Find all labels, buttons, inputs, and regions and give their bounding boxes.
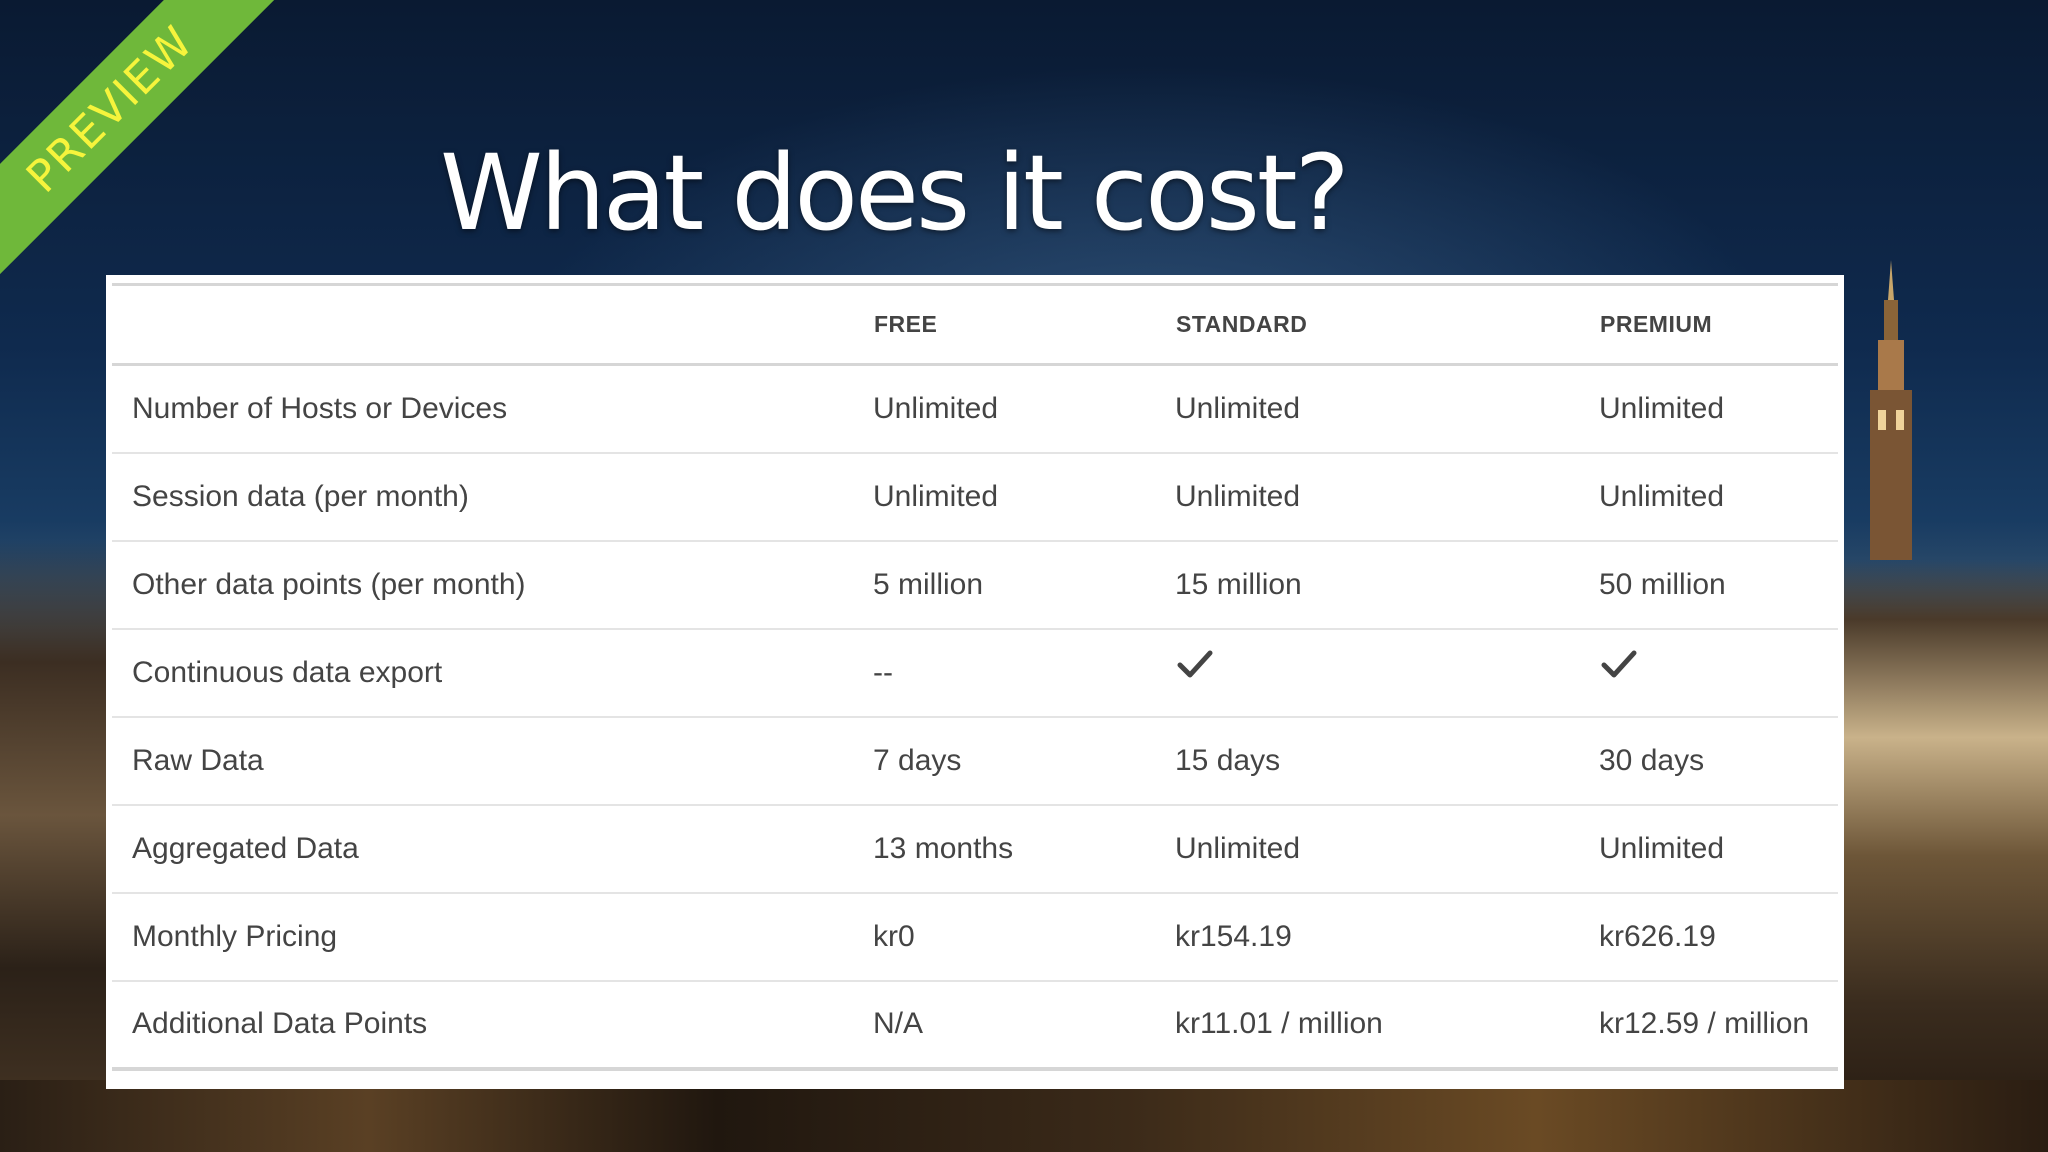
checkmark-icon bbox=[1177, 650, 1213, 678]
header-free: FREE bbox=[873, 283, 1175, 366]
free-value: N/A bbox=[873, 1007, 924, 1040]
feature-label: Monthly Pricing bbox=[132, 919, 338, 953]
table-header-row: FREE STANDARD PREMIUM bbox=[112, 283, 1838, 366]
table-row: Continuous data export -- bbox=[112, 629, 1838, 717]
free-value: kr0 bbox=[873, 919, 915, 953]
feature-label: Session data (per month) bbox=[132, 479, 469, 513]
free-value: -- bbox=[873, 655, 893, 689]
premium-value: kr626.19 bbox=[1599, 919, 1716, 953]
premium-value: 30 days bbox=[1599, 743, 1705, 777]
feature-label: Raw Data bbox=[132, 743, 264, 777]
free-value: Unlimited bbox=[873, 479, 999, 513]
premium-value: 50 million bbox=[1599, 567, 1726, 601]
table-row: Monthly Pricing kr0 kr154.19 kr626.19 bbox=[112, 893, 1838, 981]
table-row: Number of Hosts or Devices Unlimited Unl… bbox=[112, 365, 1838, 453]
table-row: Additional Data Points N/A kr11.01 / mil… bbox=[112, 981, 1838, 1069]
feature-label: Continuous data export bbox=[132, 655, 443, 689]
table-row: Other data points (per month) 5 million … bbox=[112, 541, 1838, 629]
free-value: Unlimited bbox=[873, 391, 999, 425]
header-premium: PREMIUM bbox=[1599, 283, 1838, 366]
table-row: Session data (per month) Unlimited Unlim… bbox=[112, 453, 1838, 541]
free-value: 13 months bbox=[873, 831, 1014, 865]
feature-label: Other data points (per month) bbox=[132, 567, 526, 601]
standard-value: 15 days bbox=[1175, 743, 1281, 777]
header-feature bbox=[112, 283, 873, 366]
checkmark-icon bbox=[1601, 650, 1637, 678]
feature-label: Number of Hosts or Devices bbox=[132, 391, 508, 425]
table-row: Raw Data 7 days 15 days 30 days bbox=[112, 717, 1838, 805]
standard-value: Unlimited bbox=[1175, 831, 1301, 865]
free-value: 7 days bbox=[873, 743, 962, 777]
standard-value: Unlimited bbox=[1175, 479, 1301, 513]
premium-value: Unlimited bbox=[1599, 479, 1725, 513]
table-row: Aggregated Data 13 months Unlimited Unli… bbox=[112, 805, 1838, 893]
background-buildings-left bbox=[0, 540, 110, 1152]
feature-label: Aggregated Data bbox=[132, 831, 359, 865]
standard-value: 15 million bbox=[1175, 567, 1302, 601]
background-buildings-right bbox=[1842, 560, 2048, 1152]
free-value: 5 million bbox=[873, 567, 984, 601]
pricing-table-card: FREE STANDARD PREMIUM Number of Hosts or… bbox=[106, 275, 1844, 1089]
premium-value: Unlimited bbox=[1599, 391, 1725, 425]
standard-value: Unlimited bbox=[1175, 391, 1301, 425]
premium-value bbox=[1599, 629, 1838, 717]
premium-value: Unlimited bbox=[1599, 831, 1725, 865]
slide-title: What does it cost? bbox=[440, 132, 1350, 254]
pricing-table: FREE STANDARD PREMIUM Number of Hosts or… bbox=[112, 283, 1838, 1071]
feature-label: Additional Data Points bbox=[132, 1007, 428, 1040]
standard-value bbox=[1175, 629, 1599, 717]
header-standard: STANDARD bbox=[1175, 283, 1599, 366]
standard-value: kr11.01 / million bbox=[1175, 1007, 1383, 1040]
city-foreground bbox=[0, 1080, 2048, 1152]
background-tower bbox=[1870, 260, 1912, 560]
premium-value: kr12.59 / million bbox=[1599, 1007, 1810, 1040]
standard-value: kr154.19 bbox=[1175, 919, 1292, 953]
